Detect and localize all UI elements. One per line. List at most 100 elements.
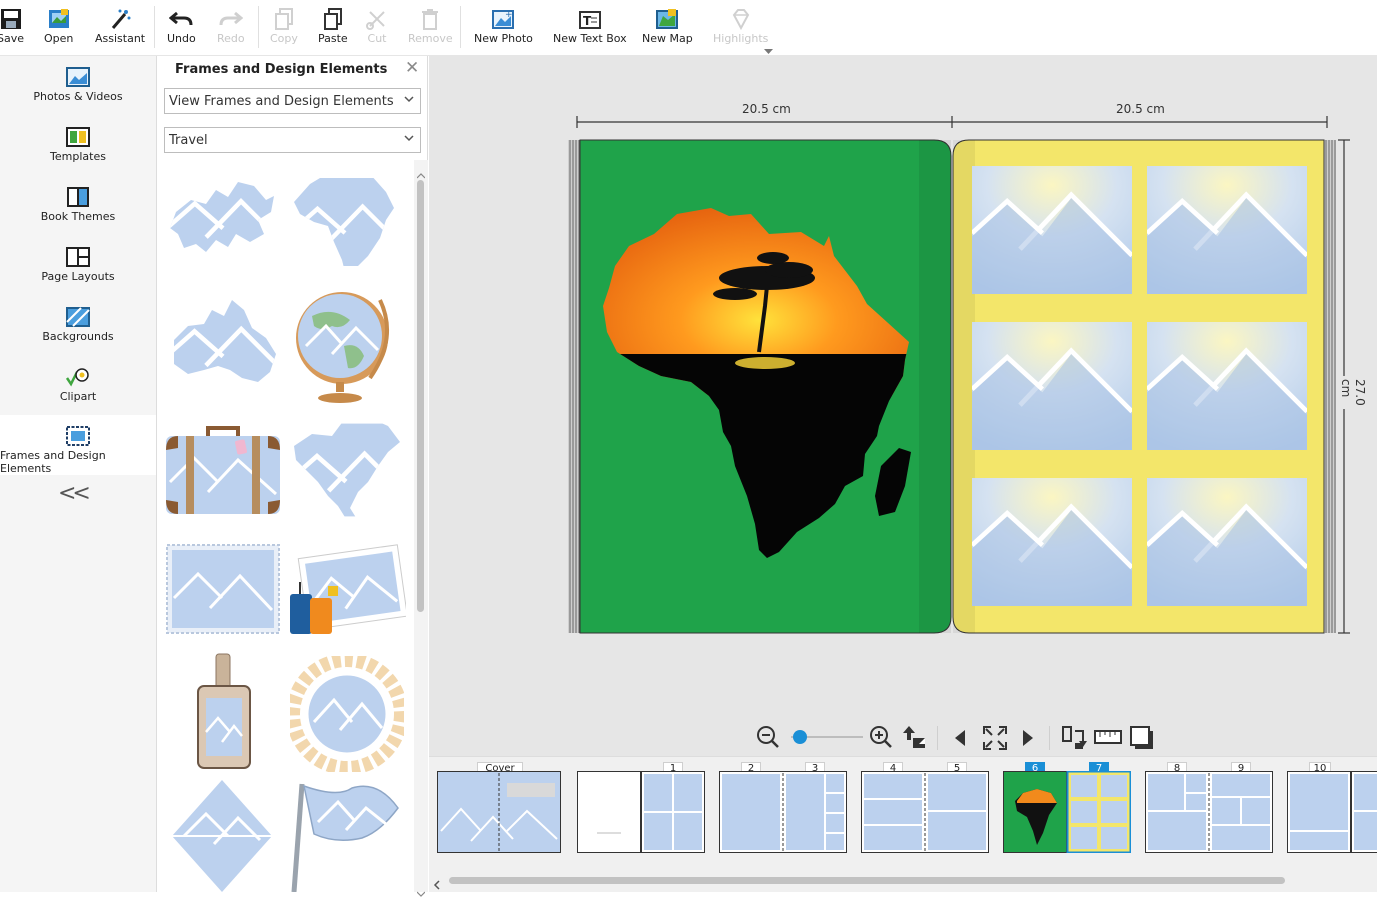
flower-icon <box>65 364 91 390</box>
frame-thumbnails <box>158 160 414 892</box>
new-photo-icon: + <box>492 6 514 32</box>
previous-page-icon[interactable] <box>953 729 967 751</box>
page-edges-left <box>568 140 580 633</box>
highlights-button[interactable]: Highlights <box>713 6 768 52</box>
scissors-icon <box>366 6 388 32</box>
new-text-box-button[interactable]: T New Text Box <box>553 6 627 52</box>
open-button[interactable]: Open <box>44 6 73 52</box>
category-select[interactable]: Travel <box>164 127 421 153</box>
photo-placeholder[interactable] <box>1147 472 1307 612</box>
strip-scrollbar[interactable] <box>429 873 1377 887</box>
height-label: 27.0 cm <box>1339 376 1367 409</box>
frames-panel: Frames and Design Elements ✕ View Frames… <box>158 56 428 892</box>
chevron-down-icon <box>403 92 415 110</box>
next-page-icon[interactable] <box>1021 729 1035 751</box>
page-edges-right <box>1324 140 1336 633</box>
cut-button[interactable]: Cut <box>366 6 388 52</box>
book-canvas: 20.5 cm 20.5 cm 27.0 cm <box>429 56 1377 756</box>
photo-placeholder[interactable] <box>972 316 1132 456</box>
photo-placeholder[interactable] <box>1147 160 1307 300</box>
flag-frame[interactable] <box>288 778 404 892</box>
controls-divider <box>937 726 938 750</box>
panel-title: Frames and Design Elements <box>175 62 387 77</box>
panel-scrollbar-thumb[interactable] <box>417 180 424 612</box>
page-thumb-8-9[interactable] <box>1145 771 1273 853</box>
photo-luggage-frame[interactable] <box>288 542 406 642</box>
page-thumb-6-7[interactable] <box>1003 771 1131 853</box>
page-thumb-10[interactable] <box>1287 771 1377 853</box>
map-icon <box>655 6 679 32</box>
nav-templates[interactable]: Templates <box>0 116 156 176</box>
view-select[interactable]: View Frames and Design Elements <box>164 88 421 114</box>
panel-scrollbar[interactable] <box>414 160 428 892</box>
toolbar-divider <box>460 6 461 48</box>
africa-map-frame[interactable] <box>290 164 400 284</box>
redo-button[interactable]: Redo <box>217 6 245 52</box>
zoom-slider-handle[interactable] <box>793 730 807 744</box>
page-thumb-cover[interactable] <box>437 771 561 853</box>
collapse-sidebar-button[interactable]: << <box>58 481 87 506</box>
nav-photos-videos[interactable]: Photos & Videos <box>0 56 156 116</box>
trash-icon <box>420 6 440 32</box>
toolbar-divider <box>154 6 155 48</box>
text-box-icon: T <box>578 6 602 32</box>
zoom-in-icon[interactable] <box>869 725 893 753</box>
ruler-icon[interactable] <box>1094 726 1122 754</box>
scroll-left-icon[interactable] <box>433 875 441 894</box>
save-button[interactable]: Save <box>0 6 24 52</box>
layout-icon <box>66 244 90 270</box>
zoom-out-icon[interactable] <box>756 725 780 753</box>
spine-shadow <box>919 140 951 633</box>
svg-text:+: + <box>505 10 513 20</box>
diamond-icon <box>730 6 752 32</box>
controls-divider <box>1049 726 1050 750</box>
nav-frames-design-elements[interactable]: Frames and Design Elements <box>0 415 156 475</box>
photo-icon <box>66 64 90 90</box>
remove-button[interactable]: Remove <box>408 6 453 52</box>
close-icon[interactable]: ✕ <box>405 58 419 78</box>
nav-book-themes[interactable]: Book Themes <box>0 176 156 236</box>
luggage-tag-frame[interactable] <box>194 652 256 776</box>
australia-map-frame[interactable] <box>166 290 280 404</box>
background-icon <box>66 304 90 330</box>
undo-icon <box>169 6 193 32</box>
nav-page-layouts[interactable]: Page Layouts <box>0 236 156 296</box>
new-map-button[interactable]: New Map <box>642 6 693 52</box>
north-america-map-frame[interactable] <box>288 412 404 532</box>
assistant-button[interactable]: Assistant <box>95 6 145 52</box>
page-thumb-4-5[interactable] <box>861 771 989 853</box>
page-thumb-2-3[interactable] <box>719 771 847 853</box>
europe-map-frame[interactable] <box>166 172 280 266</box>
fullscreen-icon[interactable] <box>982 725 1008 755</box>
left-width-label: 20.5 cm <box>739 102 794 116</box>
magic-wand-icon <box>109 6 131 32</box>
nav-backgrounds[interactable]: Backgrounds <box>0 296 156 356</box>
undo-button[interactable]: Undo <box>167 6 196 52</box>
paste-icon <box>323 6 343 32</box>
chevron-down-icon <box>403 131 415 149</box>
shadow-toggle-icon[interactable] <box>1129 725 1155 755</box>
nav-clipart[interactable]: Clipart <box>0 356 156 416</box>
paste-button[interactable]: Paste <box>318 6 348 52</box>
redo-icon <box>219 6 243 32</box>
globe-frame[interactable] <box>292 286 396 410</box>
diamond-frame[interactable] <box>170 778 274 892</box>
photo-placeholder[interactable] <box>1147 316 1307 456</box>
suitcase-frame[interactable] <box>164 422 282 522</box>
photo-placeholder[interactable] <box>972 160 1132 300</box>
stamp-frame[interactable] <box>166 544 280 638</box>
fit-arrows-icon[interactable] <box>901 724 927 754</box>
page-thumbnail-strip: Cover 1 2 3 4 5 6 7 8 9 10 <box>429 756 1377 892</box>
strip-scrollbar-thumb[interactable] <box>449 877 1285 884</box>
left-navigation: Photos & Videos Templates Book Themes Pa… <box>0 56 157 892</box>
wreath-frame[interactable] <box>290 656 404 776</box>
copy-button[interactable]: Copy <box>270 6 298 52</box>
page-thumb-1[interactable] <box>577 771 705 853</box>
svg-text:T: T <box>583 14 592 28</box>
frame-icon <box>66 423 90 449</box>
view-controls <box>429 718 1377 756</box>
swap-pages-icon[interactable] <box>1061 725 1087 755</box>
open-icon <box>47 6 71 32</box>
photo-placeholder[interactable] <box>972 472 1132 612</box>
new-photo-button[interactable]: + New Photo <box>474 6 533 52</box>
